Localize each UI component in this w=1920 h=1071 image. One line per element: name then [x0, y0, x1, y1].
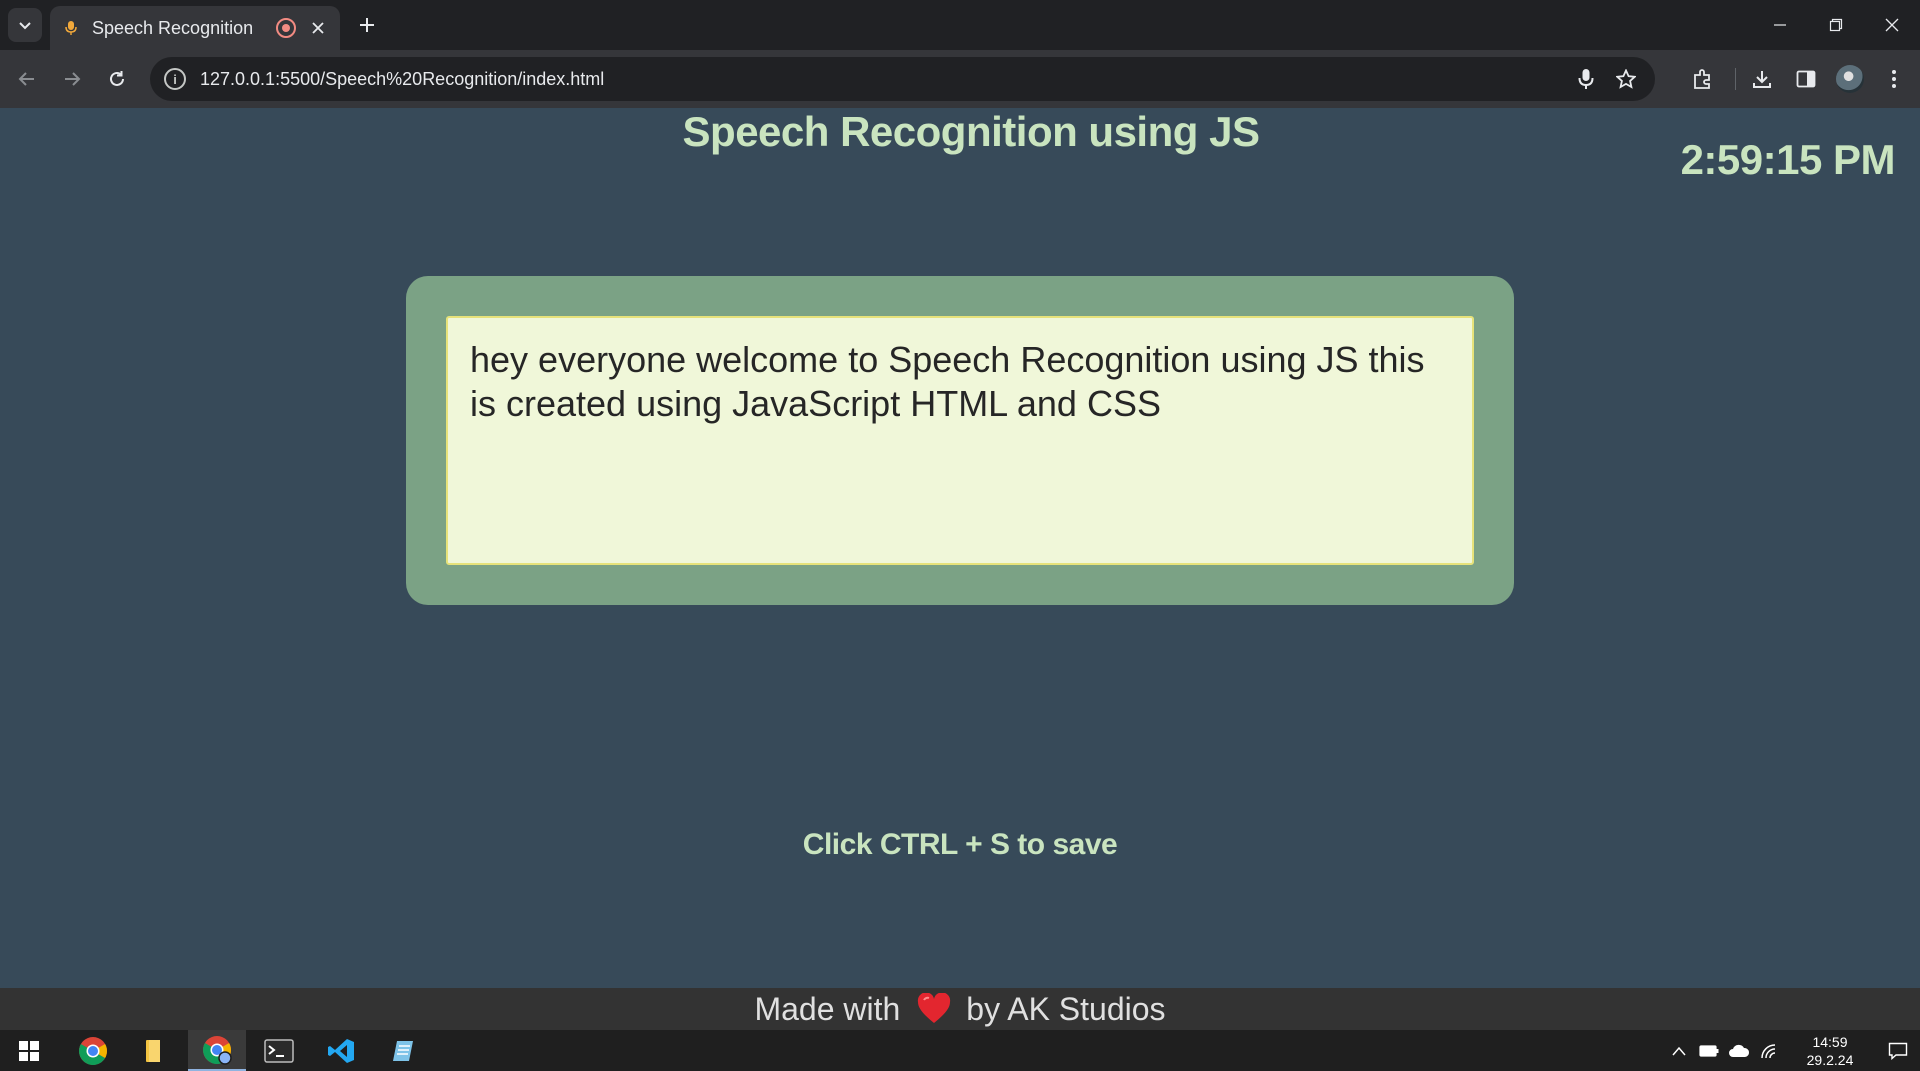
chrome-icon [79, 1036, 107, 1065]
download-icon[interactable] [1744, 62, 1780, 96]
more-menu-icon[interactable] [1876, 62, 1912, 96]
restore-icon [1829, 18, 1843, 32]
taskbar-chrome-profile[interactable] [188, 1030, 246, 1071]
transcript-textarea[interactable]: hey everyone welcome to Speech Recogniti… [446, 316, 1474, 565]
minimize-button[interactable] [1752, 0, 1808, 50]
address-bar[interactable]: i 127.0.0.1:5500/Speech%20Recognition/in… [150, 57, 1655, 101]
close-tab-icon[interactable] [308, 18, 328, 38]
taskbar-terminal[interactable] [250, 1030, 308, 1071]
footer-suffix: by AK Studios [966, 990, 1166, 1027]
window-controls [1752, 0, 1920, 50]
system-tray: 14:59 29.2.24 [1664, 1030, 1920, 1071]
reload-button[interactable] [100, 62, 134, 96]
notification-icon[interactable] [1876, 1030, 1920, 1071]
taskbar-chrome[interactable] [64, 1030, 122, 1071]
tab-search-button[interactable] [8, 8, 42, 42]
browser-toolbar: i 127.0.0.1:5500/Speech%20Recognition/in… [0, 50, 1920, 108]
toolbar-divider [1735, 68, 1736, 90]
footer-prefix: Made with [754, 990, 901, 1027]
battery-icon[interactable] [1694, 1030, 1724, 1071]
close-icon [1885, 18, 1899, 32]
side-panel-icon[interactable] [1788, 62, 1824, 96]
bookmark-star-icon[interactable] [1611, 64, 1641, 94]
site-info-icon[interactable]: i [164, 68, 186, 90]
taskbar-notepad[interactable] [374, 1030, 432, 1071]
file-explorer-icon [146, 1039, 160, 1062]
forward-button[interactable] [55, 62, 89, 96]
tab-strip: Speech Recognition [0, 0, 1920, 50]
heart-icon [914, 989, 954, 1029]
taskbar-file-explorer[interactable] [124, 1030, 182, 1071]
back-button[interactable] [10, 62, 44, 96]
tab-title: Speech Recognition [92, 17, 254, 38]
notepad-icon [393, 1040, 413, 1061]
system-clock[interactable]: 14:59 29.2.24 [1784, 1033, 1876, 1069]
browser-tab[interactable]: Speech Recognition [50, 6, 340, 50]
page-viewport: Speech Recognition using JS 2:59:15 PM h… [0, 108, 1920, 1030]
system-time: 14:59 [1812, 1033, 1848, 1050]
taskbar-vscode[interactable] [312, 1030, 370, 1071]
windows-taskbar: 14:59 29.2.24 [0, 1030, 1920, 1071]
chevron-down-icon [19, 22, 31, 30]
save-hint: Click CTRL + S to save [802, 828, 1118, 861]
url-text[interactable]: 127.0.0.1:5500/Speech%20Recognition/inde… [200, 69, 1561, 90]
close-window-button[interactable] [1864, 0, 1920, 50]
vscode-icon [328, 1038, 354, 1063]
footer: Made with by AK Studios [0, 988, 1920, 1030]
windows-logo-icon [19, 1040, 39, 1061]
terminal-icon [264, 1038, 294, 1063]
chrome-profile-icon [203, 1035, 232, 1065]
new-tab-button[interactable] [352, 10, 382, 40]
transcript-card: hey everyone welcome to Speech Recogniti… [406, 276, 1514, 605]
favicon-icon [62, 19, 80, 37]
microphone-icon[interactable] [1571, 64, 1601, 94]
system-date: 29.2.24 [1806, 1051, 1854, 1068]
restore-button[interactable] [1808, 0, 1864, 50]
profile-avatar[interactable] [1832, 62, 1868, 96]
arrow-left-icon [18, 72, 34, 86]
page-title: Speech Recognition using JS [682, 108, 1260, 155]
start-button[interactable] [0, 1030, 58, 1071]
live-clock: 2:59:15 PM [1680, 136, 1896, 183]
onedrive-cloud-icon[interactable] [1724, 1030, 1754, 1071]
toolbar-actions [1677, 62, 1912, 96]
chevron-up-icon[interactable] [1664, 1030, 1694, 1071]
recording-indicator-icon [276, 18, 296, 38]
arrow-right-icon [65, 72, 81, 86]
plus-icon [360, 18, 374, 32]
reload-icon [110, 71, 124, 86]
extensions-icon[interactable] [1685, 62, 1721, 96]
minimize-icon [1774, 24, 1786, 26]
wifi-icon[interactable] [1754, 1030, 1784, 1071]
